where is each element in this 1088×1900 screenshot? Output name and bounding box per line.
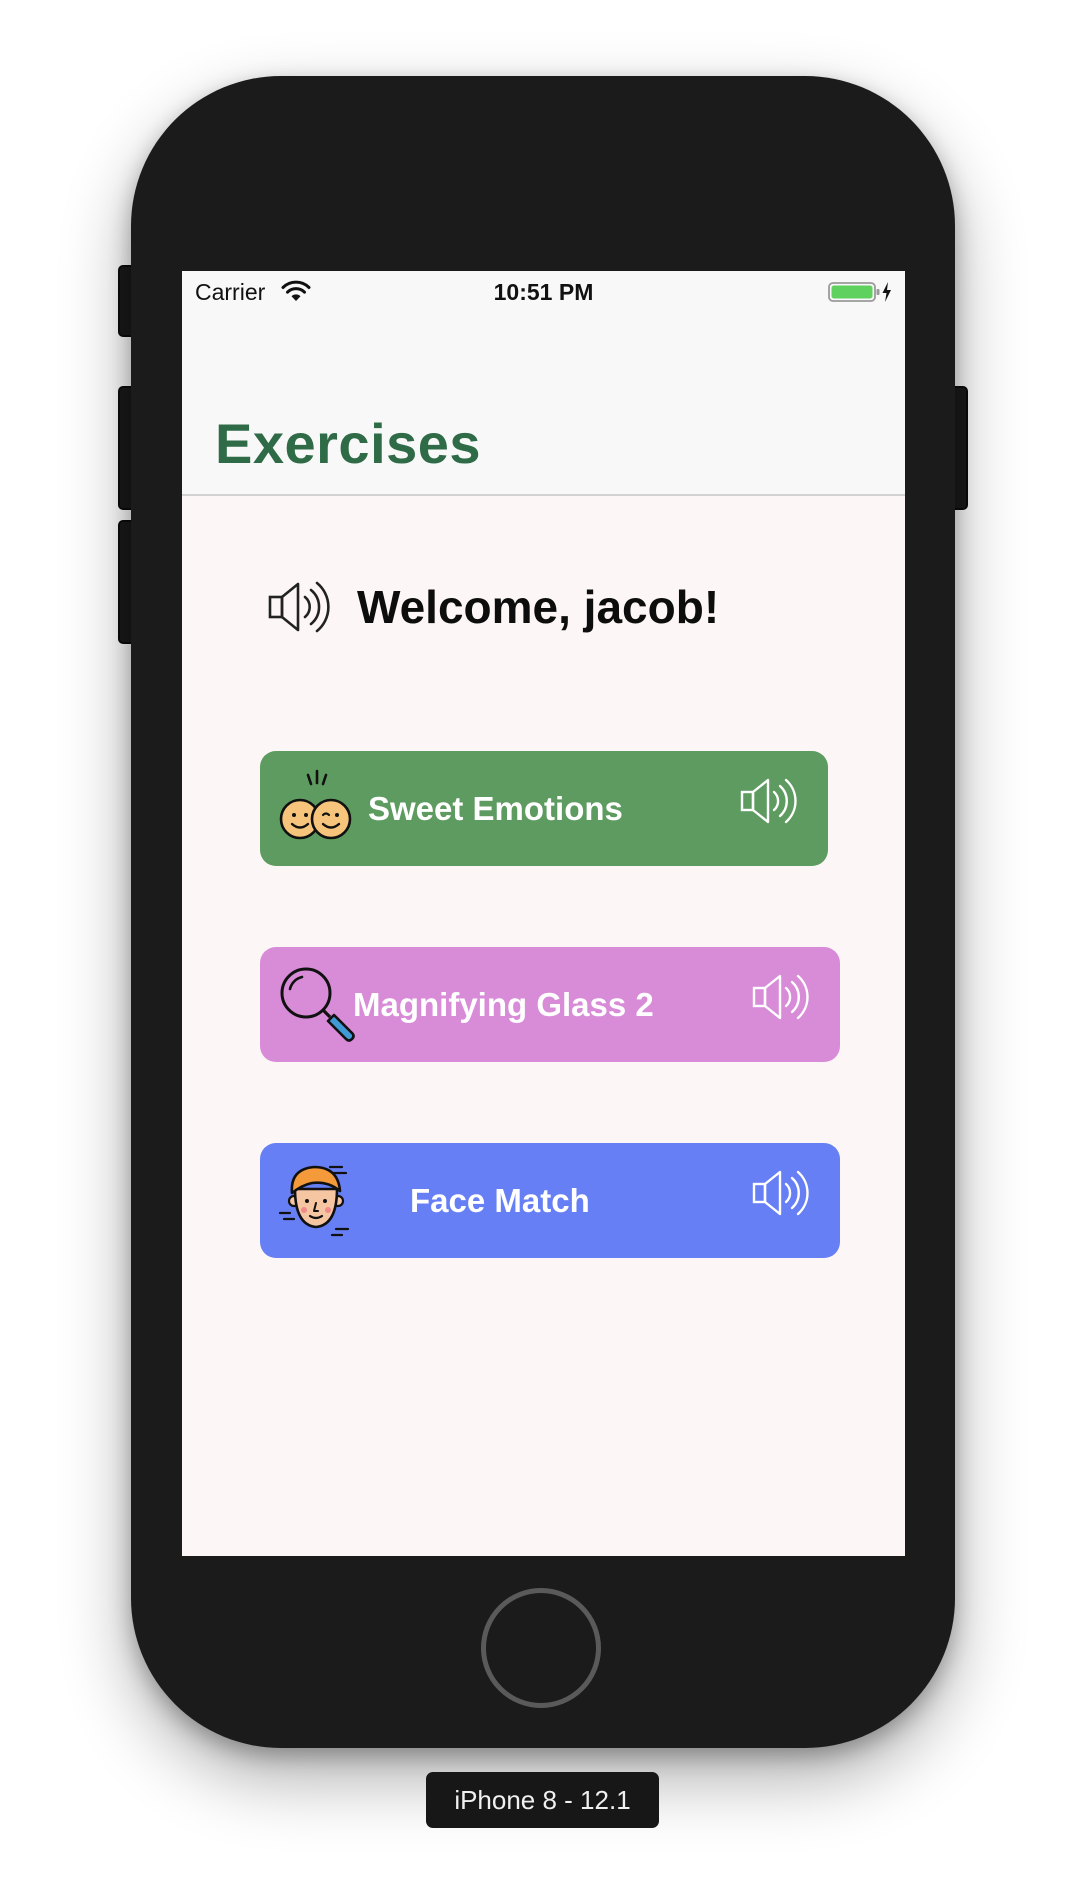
emotions-faces-icon <box>279 769 352 840</box>
simulator-window: Carrier 10:51 PM Exercises Welcome, jaco… <box>0 0 1088 1900</box>
welcome-text: Welcome, jacob! <box>357 581 720 633</box>
status-time: 10:51 PM <box>493 279 594 305</box>
exercise-button-face-match[interactable]: Face Match <box>260 1143 840 1258</box>
speaker-icon[interactable] <box>752 972 814 1022</box>
exercise-label: Magnifying Glass 2 <box>353 986 654 1023</box>
magnifying-glass-icon <box>280 967 355 1042</box>
speaker-icon[interactable] <box>267 579 335 635</box>
status-bar: Carrier 10:51 PM <box>182 271 905 311</box>
device-screen: Carrier 10:51 PM Exercises Welcome, jaco… <box>182 271 905 1556</box>
speaker-icon[interactable] <box>740 776 802 826</box>
welcome-row: Welcome, jacob! <box>267 577 719 637</box>
exercise-label: Face Match <box>410 1182 590 1219</box>
navigation-bar: Exercises <box>182 311 905 496</box>
charging-bolt-icon <box>882 282 891 302</box>
speaker-icon[interactable] <box>752 1168 814 1218</box>
exercise-button-sweet-emotions[interactable]: Sweet Emotions <box>260 751 828 866</box>
face-icon <box>278 1165 350 1237</box>
page-title: Exercises <box>215 412 482 475</box>
simulator-device-label: iPhone 8 - 12.1 <box>426 1772 659 1828</box>
home-button[interactable] <box>481 1588 601 1708</box>
battery-icon <box>828 282 891 302</box>
exercise-label: Sweet Emotions <box>368 790 623 827</box>
exercise-button-magnifying-glass-2[interactable]: Magnifying Glass 2 <box>260 947 840 1062</box>
